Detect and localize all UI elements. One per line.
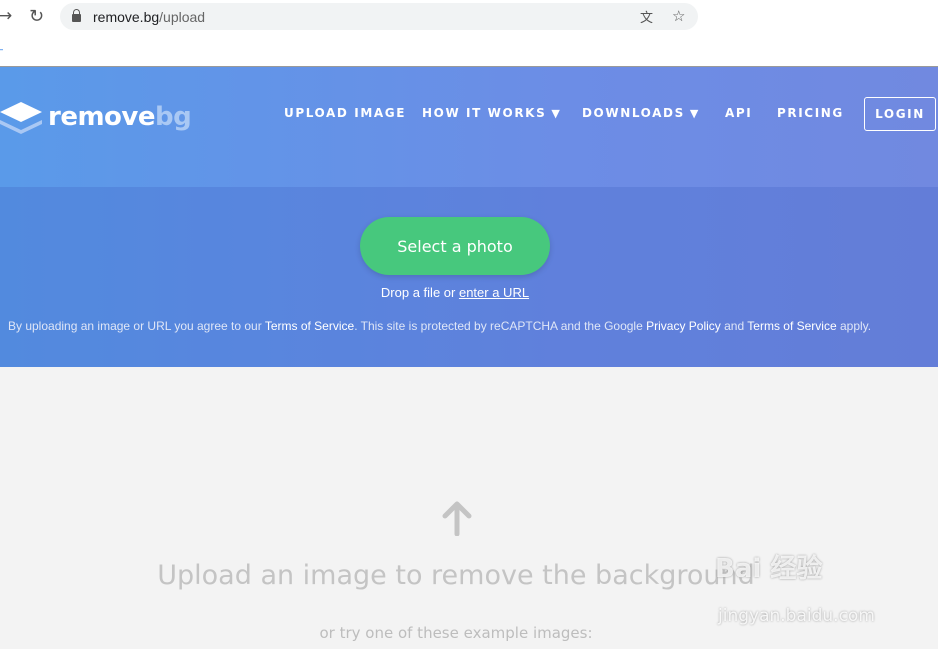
example-images-label: or try one of these example images: [319, 624, 593, 642]
upload-band [0, 187, 938, 367]
nav-upload-image[interactable]: UPLOAD IMAGE [284, 106, 406, 120]
bookmark-link[interactable]: _ [0, 40, 3, 54]
translate-icon[interactable]: 文 [640, 7, 653, 26]
reload-icon[interactable]: ↻ [29, 6, 44, 27]
forward-icon[interactable]: → [0, 6, 12, 26]
star-icon[interactable]: ☆ [672, 7, 685, 25]
hero-section: removebg UPLOAD IMAGE HOW IT WORKS ▼ DOWN… [0, 67, 938, 367]
lock-icon [72, 9, 81, 22]
login-button[interactable]: LOGIN [864, 97, 936, 131]
privacy-link[interactable]: Privacy Policy [646, 319, 721, 333]
logo[interactable]: removebg [0, 100, 192, 134]
terms-link[interactable]: Terms of Service [265, 319, 354, 333]
terms-link-2[interactable]: Terms of Service [747, 319, 836, 333]
address-bar[interactable]: remove.bg/upload 文 ☆ [60, 3, 698, 30]
arrow-up-icon [442, 501, 472, 536]
watermark-site: jingyan.baidu.com [718, 606, 875, 626]
nav-api[interactable]: API [725, 106, 752, 120]
logo-text: removebg [48, 102, 192, 132]
logo-icon [0, 102, 42, 134]
nav-pricing[interactable]: PRICING [777, 106, 844, 120]
browser-toolbar: → ↻ remove.bg/upload 文 ☆ _ [0, 0, 938, 67]
terms-notice: By uploading an image or URL you agree t… [8, 319, 872, 333]
chevron-down-icon: ▼ [551, 106, 562, 120]
chevron-down-icon: ▼ [689, 106, 700, 120]
enter-url-link[interactable]: enter a URL [459, 285, 529, 300]
watermark-brand: Bai 经验 [715, 554, 823, 584]
select-photo-button[interactable]: Select a photo [360, 217, 550, 275]
nav-downloads[interactable]: DOWNLOADS ▼ [582, 106, 700, 120]
drop-hint: Drop a file or enter a URL [380, 285, 530, 300]
nav-how-it-works[interactable]: HOW IT WORKS ▼ [422, 106, 561, 120]
url-text: remove.bg/upload [93, 8, 206, 25]
